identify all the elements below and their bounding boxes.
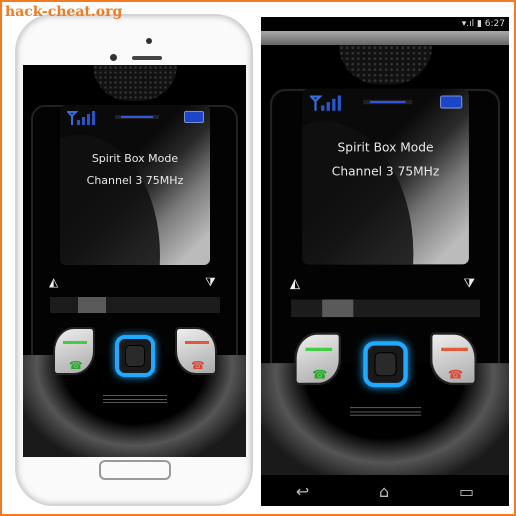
battery-icon	[440, 95, 463, 109]
phone-green-icon: ☎	[312, 367, 328, 382]
home-button[interactable]	[99, 460, 171, 480]
volume-indicator	[363, 99, 413, 105]
hangup-button[interactable]: ☎	[430, 332, 477, 386]
watermark: hack-cheat.org	[5, 4, 123, 20]
tuning-bar[interactable]	[291, 299, 481, 318]
tuning-bar-thumb[interactable]	[322, 299, 354, 318]
battery-icon	[184, 111, 204, 123]
phone-green-icon: ☎	[69, 359, 83, 372]
speaker-grill	[93, 65, 177, 101]
mode-text: Spirit Box Mode	[337, 140, 434, 155]
speaker-grill	[338, 45, 433, 85]
phone-red-icon: ☎	[447, 367, 464, 382]
lcd-display: Spirit Box Mode Channel 3 75MHz	[302, 88, 469, 265]
nav-bar: ↩ ⌂ ▭	[261, 476, 509, 506]
earpiece	[132, 56, 162, 60]
channel-text: Channel 3 75MHz	[331, 164, 440, 179]
recents-icon[interactable]: ▭	[459, 482, 474, 501]
channel-text: Channel 3 75MHz	[86, 174, 184, 187]
back-icon[interactable]: ↩	[296, 482, 309, 501]
call-button[interactable]: ☎	[53, 327, 95, 375]
action-bar	[261, 31, 509, 45]
home-icon[interactable]: ⌂	[379, 482, 389, 501]
tuning-bar-thumb[interactable]	[78, 297, 107, 313]
call-button[interactable]: ☎	[294, 332, 342, 386]
status-icons: ▾.ıl ▮	[461, 19, 482, 29]
tuning-bar[interactable]	[50, 297, 220, 313]
signal-antenna-icon	[309, 95, 342, 111]
center-button[interactable]	[115, 335, 155, 377]
app-screen-android: Spirit Box Mode Channel 3 75MHz ◭ ⧩ ☎ ☎	[261, 45, 509, 476]
signal-antenna-icon	[67, 111, 95, 125]
down-triangle-icon[interactable]: ⧩	[205, 275, 216, 290]
app-screen-ios: Spirit Box Mode Channel 3 75MHz ◭ ⧩ ☎ ☎	[23, 65, 246, 457]
grille-lines	[103, 395, 167, 403]
volume-indicator	[115, 115, 159, 119]
status-bar: ▾.ıl ▮ 6:27	[261, 17, 509, 31]
down-triangle-icon[interactable]: ⧩	[463, 275, 475, 291]
phone-red-icon: ☎	[191, 359, 205, 372]
up-triangle-icon[interactable]: ◭	[49, 275, 58, 289]
android-mockup: ▾.ıl ▮ 6:27 Spirit Box Mode Channel 3 75…	[261, 17, 509, 506]
front-camera	[110, 54, 117, 61]
up-triangle-icon[interactable]: ◭	[290, 275, 300, 290]
lcd-display: Spirit Box Mode Channel 3 75MHz	[60, 105, 210, 265]
grille-lines	[349, 407, 422, 416]
mode-text: Spirit Box Mode	[91, 152, 179, 165]
hangup-button[interactable]: ☎	[175, 327, 217, 375]
camera-dot	[146, 38, 152, 44]
status-time: 6:27	[484, 19, 505, 29]
center-button[interactable]	[363, 341, 408, 388]
